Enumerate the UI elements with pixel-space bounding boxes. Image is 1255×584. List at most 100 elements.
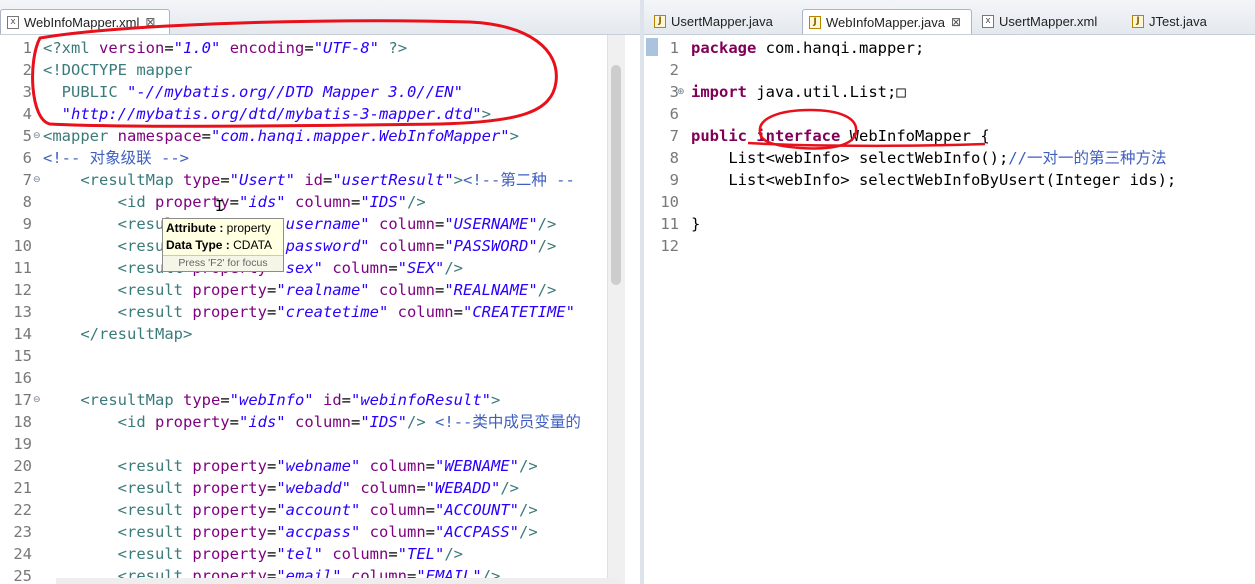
xml-scroll-thumb[interactable] <box>611 65 621 285</box>
code-line[interactable]: 18 <id property="ids" column="IDS"/> <!-… <box>0 411 612 433</box>
code-line[interactable]: 4 "http://mybatis.org/dtd/mybatis-3-mapp… <box>0 103 612 125</box>
code-line[interactable]: 24 <result property="tel" column="TEL"/> <box>0 543 612 565</box>
line-number: 1 <box>22 39 32 57</box>
code-line[interactable]: 16 <box>0 367 612 389</box>
code-line[interactable]: 7 ⊖ <resultMap type="Usert" id="usertResu… <box>0 169 612 191</box>
java-code-area[interactable]: 1 package com.hanqi.mapper; 2 3 ⊕ import java… <box>644 35 1255 584</box>
line-number: 3 <box>669 83 679 101</box>
code-line[interactable]: 1 <?xml version="1.0" encoding="UTF-8" ?> <box>0 37 612 59</box>
fold-collapse-icon[interactable]: ⊖ <box>33 389 41 411</box>
left-tab[interactable]: x WebInfoMapper.xml ⊠ <box>0 9 170 34</box>
code-token: = <box>304 39 314 57</box>
code-token: property <box>192 479 267 497</box>
xml-horizontal-scrollbar[interactable] <box>56 578 620 584</box>
code-token: <result <box>43 501 193 519</box>
code-token: com.hanqi.mapper; <box>756 39 925 57</box>
code-token: "webInfo" <box>229 391 314 409</box>
code-line[interactable]: 12 <result property="realname" column="R… <box>0 279 612 301</box>
code-text: <resultMap type="webInfo" id="webinfoRes… <box>43 389 500 411</box>
code-token: "account" <box>276 501 361 519</box>
code-line[interactable]: 14 </resultMap> <box>0 323 612 345</box>
code-token: "username" <box>276 215 370 233</box>
code-line[interactable]: 3 PUBLIC "-//mybatis.org//DTD Mapper 3.0… <box>0 81 612 103</box>
code-token: "ids" <box>238 193 286 211</box>
code-text: <result property="webname" column="WEBNA… <box>43 455 538 477</box>
code-token: "REALNAME" <box>444 281 538 299</box>
code-token: = <box>425 501 435 519</box>
code-line[interactable]: 7 public interface WebInfoMapper { <box>644 125 1255 147</box>
code-line[interactable]: 15 <box>0 345 612 367</box>
code-text: <result property="account" column="ACCOU… <box>43 499 538 521</box>
code-line[interactable]: 20 <result property="webname" column="WE… <box>0 455 612 477</box>
code-token: = <box>229 413 239 431</box>
fold-expand-icon[interactable]: ⊕ <box>677 81 685 103</box>
code-token: namespace <box>117 127 202 145</box>
fold-collapse-icon[interactable]: ⊖ <box>33 169 41 191</box>
code-line[interactable]: 3 ⊕ import java.util.List;□ <box>644 81 1255 103</box>
code-line[interactable]: 2 <box>644 59 1255 81</box>
line-number: 4 <box>22 105 32 123</box>
code-line[interactable]: 11 <result property="sex" column="SEX"/> <box>0 257 612 279</box>
tooltip-focus-hint[interactable]: Press 'F2' for focus <box>163 255 283 271</box>
code-token: column <box>378 281 435 299</box>
code-line[interactable]: 19 <box>0 433 612 455</box>
code-line[interactable]: 8 <id property="ids" column="IDS"/> <box>0 191 612 213</box>
code-token: WebInfoMapper { <box>840 127 990 145</box>
code-line[interactable]: 6 <box>644 103 1255 125</box>
right-tab[interactable]: J WebInfoMapper.java ⊠ <box>802 9 972 34</box>
code-line[interactable]: 1 package com.hanqi.mapper; <box>644 37 1255 59</box>
line-number: 8 <box>669 149 679 167</box>
code-token: "usertResult" <box>332 171 454 189</box>
code-token: /> <box>407 193 426 211</box>
code-line[interactable]: 10 <result property="password" column="P… <box>0 235 612 257</box>
code-line[interactable]: 8 List<webInfo> selectWebInfo();//一对一的第三… <box>644 147 1255 169</box>
code-line[interactable]: 9 <result property="username" column="US… <box>0 213 612 235</box>
code-line[interactable]: 17 ⊖ <resultMap type="webInfo" id="webinf… <box>0 389 612 411</box>
code-token: interface <box>756 127 841 145</box>
code-line[interactable]: 9 List<webInfo> selectWebInfoByUsert(Int… <box>644 169 1255 191</box>
fold-collapse-icon[interactable]: ⊖ <box>33 125 41 147</box>
code-token: <result <box>43 479 193 497</box>
code-token: <resultMap <box>43 391 183 409</box>
code-token: = <box>220 171 230 189</box>
right-tab[interactable]: J JTest.java <box>1126 9 1246 34</box>
right-tab[interactable]: J UsertMapper.java <box>648 9 798 34</box>
tooltip-attribute-row: Attribute : property <box>166 220 271 236</box>
code-line[interactable]: 11} <box>644 213 1255 235</box>
code-line[interactable]: 12 <box>644 235 1255 257</box>
code-token: "password" <box>276 237 370 255</box>
code-token: <result <box>43 281 193 299</box>
code-token: List<webInfo> selectWebInfo(); <box>691 149 1009 167</box>
close-tab-icon[interactable]: ⊠ <box>145 15 155 29</box>
code-token: "USERNAME" <box>444 215 538 233</box>
line-number: 2 <box>669 61 679 79</box>
code-line[interactable]: 22 <result property="account" column="AC… <box>0 499 612 521</box>
code-line[interactable]: 23 <result property="accpass" column="AC… <box>0 521 612 543</box>
code-text: </resultMap> <box>43 323 192 345</box>
code-line[interactable]: 13 <result property="createtime" column=… <box>0 301 612 323</box>
line-number: 20 <box>13 457 32 475</box>
code-line[interactable]: 2 <!DOCTYPE mapper <box>0 59 612 81</box>
code-token: = <box>341 391 352 409</box>
code-line[interactable]: 21 <result property="webadd" column="WEB… <box>0 477 612 499</box>
xml-code-area[interactable]: 1 <?xml version="1.0" encoding="UTF-8" ?>… <box>0 35 640 584</box>
right-tab[interactable]: x UsertMapper.xml <box>976 9 1124 34</box>
code-token: "WEBNAME" <box>435 457 519 475</box>
code-line[interactable]: 5 ⊖ <mapper namespace="com.hanqi.mapper.We… <box>0 125 612 147</box>
close-tab-icon[interactable]: ⊠ <box>951 15 961 29</box>
line-number: 11 <box>13 259 32 277</box>
code-text: <id property="ids" column="IDS"/> <box>43 191 426 213</box>
code-token: <result <box>43 523 193 541</box>
code-token: column <box>378 237 435 255</box>
code-token: = <box>351 193 361 211</box>
xml-vertical-scrollbar[interactable] <box>607 35 625 584</box>
tooltip-datatype-value: CDATA <box>233 238 273 252</box>
code-line[interactable]: 6 <!-- 对象级联 --> <box>0 147 612 169</box>
code-line[interactable]: 10 <box>644 191 1255 213</box>
